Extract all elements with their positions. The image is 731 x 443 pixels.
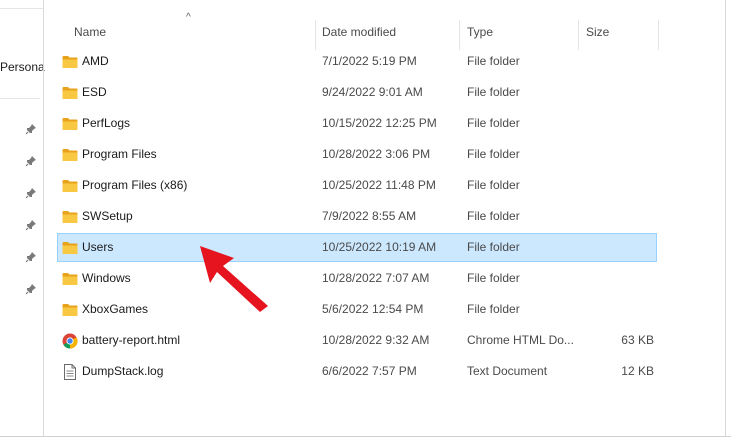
pane-divider[interactable] xyxy=(43,0,44,437)
folder-icon xyxy=(62,56,78,68)
navigation-pane: Persona xyxy=(0,0,45,443)
file-size xyxy=(584,110,654,137)
pin-icon[interactable] xyxy=(26,220,36,230)
pin-icon[interactable] xyxy=(26,156,36,166)
folder-icon xyxy=(62,273,78,285)
file-date-modified: 6/6/2022 7:57 PM xyxy=(322,364,417,378)
file-row[interactable]: ESD 9/24/2022 9:01 AM File folder xyxy=(58,79,656,106)
file-date-modified: 10/28/2022 7:07 AM xyxy=(322,271,430,285)
file-row[interactable]: DumpStack.log 6/6/2022 7:57 PM Text Docume… xyxy=(58,358,656,385)
file-size xyxy=(584,79,654,106)
file-date-modified: 7/9/2022 8:55 AM xyxy=(322,209,417,223)
file-type: File folder xyxy=(467,302,520,316)
file-size xyxy=(584,141,654,168)
file-date-modified: 10/15/2022 12:25 PM xyxy=(322,116,437,130)
file-name: AMD xyxy=(82,54,109,68)
chrome-icon xyxy=(62,333,78,349)
annotation-arrow-icon xyxy=(200,246,268,312)
file-row[interactable]: Program Files (x86) 10/25/2022 11:48 PM Fi… xyxy=(58,172,656,199)
file-size xyxy=(584,265,654,292)
nav-item-label[interactable]: Persona xyxy=(0,60,45,74)
pin-icon[interactable] xyxy=(26,252,36,262)
file-date-modified: 10/25/2022 10:19 AM xyxy=(322,240,437,254)
file-size: 63 KB xyxy=(621,333,654,347)
nav-section-divider xyxy=(0,98,40,99)
column-divider[interactable] xyxy=(315,20,316,50)
folder-icon xyxy=(62,242,78,254)
file-size xyxy=(584,296,654,323)
file-name: Program Files (x86) xyxy=(82,178,188,192)
column-header: ^ Name Date modified Type Size xyxy=(44,12,725,50)
file-row[interactable]: SWSetup 7/9/2022 8:55 AM File folder xyxy=(58,203,656,230)
column-divider[interactable] xyxy=(658,20,659,50)
file-size xyxy=(584,203,654,230)
pin-icon[interactable] xyxy=(26,284,36,294)
pin-icon[interactable] xyxy=(26,124,36,134)
file-type: File folder xyxy=(467,240,520,254)
file-row[interactable]: AMD 7/1/2022 5:19 PM File folder xyxy=(58,48,656,75)
folder-icon xyxy=(62,304,78,316)
window-bottom-edge xyxy=(0,436,731,437)
sort-ascending-icon: ^ xyxy=(186,12,191,23)
file-type: File folder xyxy=(467,209,520,223)
window-right-edge xyxy=(725,0,726,437)
file-type: File folder xyxy=(467,178,520,192)
file-size xyxy=(584,234,654,261)
file-name: PerfLogs xyxy=(82,116,131,130)
file-size: 12 KB xyxy=(621,364,654,378)
file-name: DumpStack.log xyxy=(82,364,164,378)
column-divider[interactable] xyxy=(578,20,579,50)
folder-icon xyxy=(62,211,78,223)
column-header-name[interactable]: Name xyxy=(74,14,106,50)
file-date-modified: 10/28/2022 3:06 PM xyxy=(322,147,431,161)
file-type: File folder xyxy=(467,271,520,285)
file-row[interactable]: battery-report.html 10/28/2022 9:32 AM Chr… xyxy=(58,327,656,354)
file-name: ESD xyxy=(82,85,107,99)
column-header-size[interactable]: Size xyxy=(586,14,609,50)
file-row[interactable]: XboxGames 5/6/2022 12:54 PM File folder xyxy=(58,296,656,323)
pin-icon[interactable] xyxy=(26,188,36,198)
column-header-date-modified[interactable]: Date modified xyxy=(322,14,396,50)
file-row[interactable]: Windows 10/28/2022 7:07 AM File folder xyxy=(58,265,656,292)
file-size xyxy=(584,48,654,75)
file-date-modified: 10/28/2022 9:32 AM xyxy=(322,333,430,347)
file-row[interactable]: PerfLogs 10/15/2022 12:25 PM File folder xyxy=(58,110,656,137)
file-row-selected[interactable]: Users 10/25/2022 10:19 AM File folder xyxy=(57,233,657,262)
file-date-modified: 7/1/2022 5:19 PM xyxy=(322,54,417,68)
column-divider[interactable] xyxy=(459,20,460,50)
file-date-modified: 9/24/2022 9:01 AM xyxy=(322,85,423,99)
file-type: Text Document xyxy=(467,364,548,378)
folder-icon xyxy=(62,149,78,161)
folder-icon xyxy=(62,118,78,130)
column-header-type[interactable]: Type xyxy=(467,14,493,50)
folder-icon xyxy=(62,87,78,99)
file-type: File folder xyxy=(467,85,520,99)
file-name: SWSetup xyxy=(82,209,133,223)
file-type: File folder xyxy=(467,147,520,161)
file-name: battery-report.html xyxy=(82,333,181,347)
file-size xyxy=(584,172,654,199)
folder-icon xyxy=(62,180,78,192)
file-date-modified: 5/6/2022 12:54 PM xyxy=(322,302,424,316)
file-name: Program Files xyxy=(82,147,157,161)
nav-top-divider xyxy=(0,8,43,9)
file-type: Chrome HTML Do... xyxy=(467,333,574,347)
text-file-icon xyxy=(64,364,76,380)
file-type: File folder xyxy=(467,54,520,68)
file-date-modified: 10/25/2022 11:48 PM xyxy=(322,178,436,192)
file-row[interactable]: Program Files 10/28/2022 3:06 PM File fold… xyxy=(58,141,656,168)
file-type: File folder xyxy=(467,116,520,130)
